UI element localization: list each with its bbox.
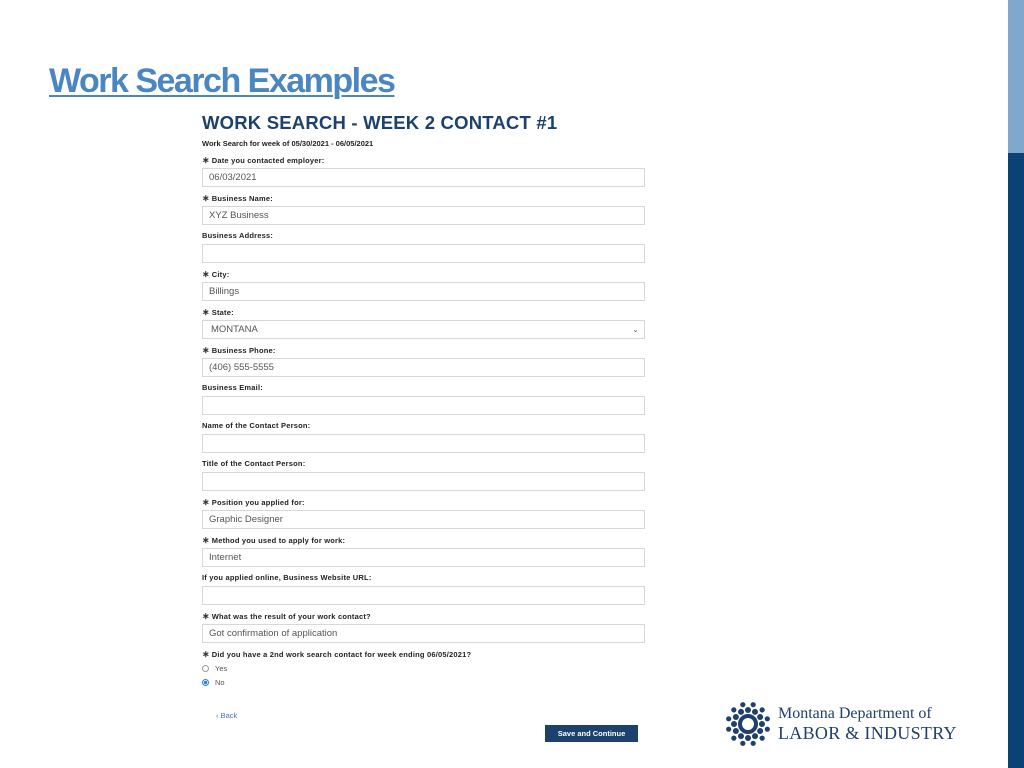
- required-marker: ∗: [202, 193, 210, 203]
- save-and-continue-button[interactable]: Save and Continue: [545, 725, 638, 742]
- text-input[interactable]: [202, 396, 645, 415]
- text-input[interactable]: [202, 586, 645, 605]
- logo-line1: Montana Department of: [778, 705, 932, 722]
- text-input[interactable]: Billings: [202, 282, 645, 301]
- text-input[interactable]: [202, 244, 645, 263]
- slide-title: Work Search Examples: [49, 62, 396, 100]
- second-contact-label: ∗ Did you have a 2nd work search contact …: [202, 649, 472, 659]
- field-label: ∗ Business Name:: [202, 193, 273, 203]
- field-label: ∗ Business Phone:: [202, 345, 276, 355]
- form-subtitle: Work Search for week of 05/30/2021 - 06/…: [202, 139, 374, 148]
- required-marker: ∗: [202, 611, 210, 621]
- required-marker: ∗: [202, 649, 210, 659]
- required-marker: ∗: [202, 269, 210, 279]
- text-input[interactable]: Graphic Designer: [202, 510, 645, 529]
- field-label: Business Address:: [202, 231, 274, 240]
- required-marker: ∗: [202, 345, 210, 355]
- field-label: ∗ State:: [202, 307, 234, 317]
- radio-button-no[interactable]: [202, 678, 209, 686]
- field-label: Title of the Contact Person:: [202, 459, 306, 468]
- chevron-down-icon: ⌄: [632, 325, 639, 334]
- field-label: ∗ What was the result of your work contac…: [202, 611, 371, 621]
- field-label: If you applied online, Business Website …: [202, 573, 372, 582]
- second-contact-radio-group: Yes No: [202, 662, 645, 688]
- back-link[interactable]: ‹ Back: [216, 711, 237, 720]
- work-search-form: WORK SEARCH - WEEK 2 CONTACT #1 Work Sea…: [202, 112, 645, 688]
- text-input[interactable]: Internet: [202, 548, 645, 567]
- required-marker: ∗: [202, 155, 210, 165]
- required-marker: ∗: [202, 535, 210, 545]
- text-input[interactable]: [202, 434, 645, 453]
- text-input[interactable]: [202, 472, 645, 491]
- radio-option-no[interactable]: No: [202, 676, 645, 688]
- field-label: ∗ Date you contacted employer:: [202, 155, 325, 165]
- text-input[interactable]: XYZ Business: [202, 206, 645, 225]
- logo-line2: LABOR & INDUSTRY: [778, 723, 957, 743]
- required-marker: ∗: [202, 497, 210, 507]
- required-marker: ∗: [202, 307, 210, 317]
- form-title: WORK SEARCH - WEEK 2 CONTACT #1: [202, 112, 558, 133]
- side-accent-bar-top: [1008, 0, 1024, 153]
- field-label: ∗ Method you used to apply for work:: [202, 535, 346, 545]
- department-logo: Montana Department of LABOR & INDUSTRY: [724, 700, 957, 748]
- text-input[interactable]: 06/03/2021: [202, 168, 645, 187]
- gear-people-icon: [726, 702, 770, 746]
- field-label: ∗ City:: [202, 269, 230, 279]
- text-input[interactable]: (406) 555-5555: [202, 358, 645, 377]
- field-label: Business Email:: [202, 383, 263, 392]
- text-input[interactable]: Got confirmation of application: [202, 624, 645, 643]
- field-label: ∗ Position you applied for:: [202, 497, 305, 507]
- radio-button-yes[interactable]: [202, 664, 209, 672]
- form-fields: ∗ Date you contacted employer: 06/03/2021 ∗…: [202, 155, 645, 643]
- field-label: Name of the Contact Person:: [202, 421, 311, 430]
- radio-option-yes[interactable]: Yes: [202, 662, 645, 674]
- state-select[interactable]: MONTANA ⌄: [202, 320, 645, 339]
